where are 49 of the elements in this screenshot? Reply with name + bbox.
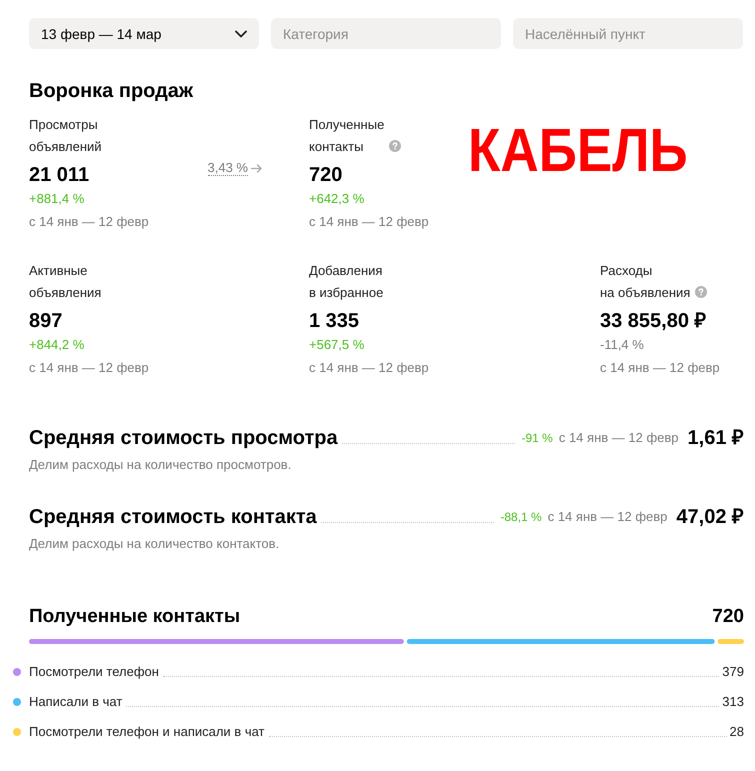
metric-period: с 14 янв — 12 февр bbox=[309, 213, 429, 231]
cost-period: с 14 янв — 12 февр bbox=[548, 508, 668, 526]
metric-change: +642,3 % bbox=[309, 190, 364, 208]
help-icon[interactable] bbox=[695, 286, 708, 298]
metric-change: -11,4 % bbox=[600, 336, 644, 354]
chevron-down-icon bbox=[235, 30, 247, 38]
section-title: Воронка продаж bbox=[29, 79, 194, 103]
legend-label: Посмотрели телефон и написали в чат bbox=[29, 723, 264, 741]
metric-value: 720 bbox=[309, 163, 342, 188]
conversion-rate: 3,43 % bbox=[208, 160, 248, 176]
metric-period: с 14 янв — 12 февр bbox=[600, 359, 720, 377]
metric-change: +881,4 % bbox=[29, 190, 84, 208]
metric-value: 1 335 bbox=[309, 309, 360, 334]
legend-value: 313 bbox=[722, 693, 744, 711]
cost-value: 47,02 ₽ bbox=[676, 505, 744, 530]
filter-field[interactable]: Категория bbox=[271, 18, 501, 49]
metric-label: Просмотры объявлений bbox=[29, 116, 102, 156]
legend-label: Написали в чат bbox=[29, 693, 122, 711]
metric-value: 21 011 bbox=[29, 163, 90, 188]
metric-change: +567,5 % bbox=[309, 336, 364, 354]
metric-label: Активные объявления bbox=[29, 262, 102, 302]
metric-period: с 14 янв — 12 февр bbox=[29, 359, 149, 377]
cost-description: Делим расходы на количество контактов. bbox=[29, 535, 280, 553]
cost-title: Средняя стоимость контакта bbox=[29, 505, 317, 530]
arrow-right-icon bbox=[251, 164, 262, 172]
contacts-total: 720 bbox=[712, 605, 744, 629]
cost-change: -91 % bbox=[521, 430, 553, 447]
legend-value: 379 bbox=[722, 663, 744, 681]
bar-segment bbox=[718, 639, 744, 644]
help-icon[interactable] bbox=[389, 140, 402, 152]
metric-label: Полученные контакты bbox=[309, 116, 384, 156]
cost-description: Делим расходы на количество просмотров. bbox=[29, 456, 292, 474]
cost-change: -88,1 % bbox=[500, 509, 542, 526]
date-range-dropdown[interactable]: 13 февр — 14 мар bbox=[29, 18, 259, 49]
metric-label: Добавления в избранное bbox=[309, 262, 384, 302]
overlay-caption: КАБЕЛЬ bbox=[468, 120, 688, 181]
metric-value: 897 bbox=[29, 309, 62, 334]
legend-value: 28 bbox=[730, 723, 744, 741]
filter-field[interactable]: Населённый пункт bbox=[513, 18, 743, 49]
metric-label: Расходы на объявления bbox=[600, 262, 690, 302]
metric-value: 33 855,80 ₽ bbox=[600, 309, 707, 334]
section-title: Полученные контакты bbox=[29, 605, 240, 629]
legend-label: Посмотрели телефон bbox=[29, 663, 159, 681]
cost-value: 1,61 ₽ bbox=[688, 426, 744, 451]
metric-period: с 14 янв — 12 февр bbox=[309, 359, 429, 377]
cost-period: с 14 янв — 12 февр bbox=[558, 429, 679, 447]
metric-period: с 14 янв — 12 февр bbox=[29, 213, 149, 231]
metric-change: +844,2 % bbox=[29, 336, 84, 354]
cost-title: Средняя стоимость просмотра bbox=[29, 426, 338, 451]
